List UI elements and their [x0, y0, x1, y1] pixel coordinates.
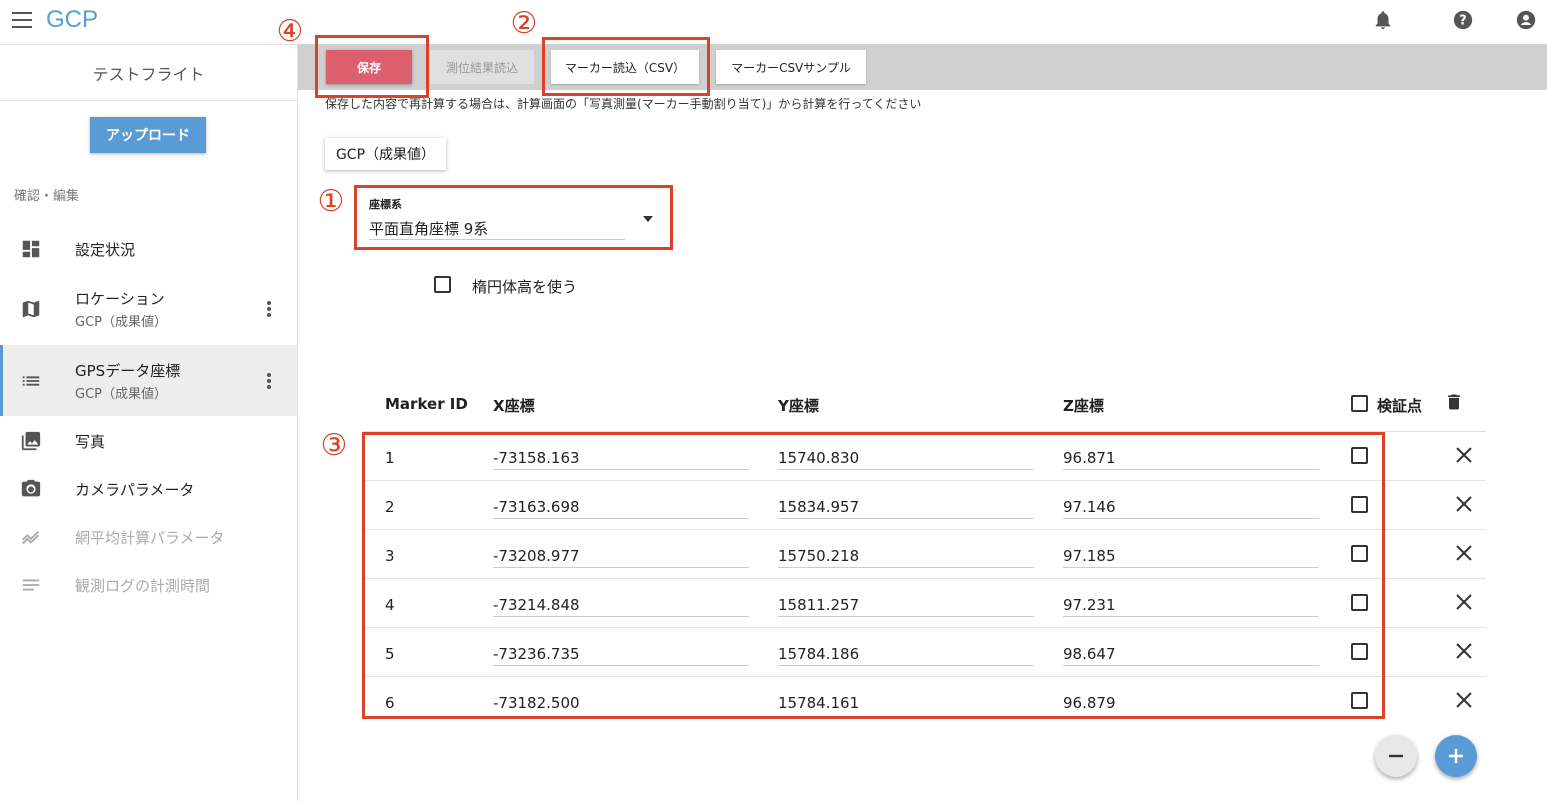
annotation-box-table [362, 432, 1385, 719]
upload-button[interactable]: アップロード [90, 117, 206, 153]
sidebar-item-label: ロケーション [75, 290, 165, 308]
sidebar-item-location[interactable]: ロケーション GCP（成果値） [0, 285, 297, 333]
sidebar-item-observation-log[interactable]: 観測ログの計測時間 [0, 561, 297, 609]
ellipsoid-height-checkbox[interactable] [434, 276, 451, 293]
sidebar: テストフライト アップロード 確認・編集 設定状況 ロケーション GCP（成果値… [0, 44, 298, 801]
sidebar-item-label: GPSデータ座標 [75, 361, 181, 380]
annotation-number-3: ③ [320, 428, 348, 463]
minus-icon [1389, 754, 1403, 758]
close-icon[interactable] [1455, 593, 1473, 611]
menu-icon[interactable] [12, 12, 32, 28]
column-header-marker-id: Marker ID [385, 395, 468, 413]
marker-csv-sample-button[interactable]: マーカーCSVサンプル [716, 50, 866, 84]
close-icon[interactable] [1455, 691, 1473, 709]
sidebar-item-network-adjustment[interactable]: 網平均計算パラメータ [0, 513, 297, 561]
sidebar-item-label: 設定状況 [75, 240, 136, 259]
sidebar-item-gps-coordinates[interactable]: GPSデータ座標 GCP（成果値） [0, 345, 297, 416]
more-vert-icon[interactable] [262, 299, 276, 319]
trash-icon[interactable] [1444, 391, 1464, 413]
sidebar-item-sublabel: GCP（成果値） [75, 315, 167, 330]
annotation-box-save [315, 35, 429, 98]
sidebar-item-label: カメラパラメータ [75, 480, 195, 499]
column-header-verify: 検証点 [1377, 397, 1423, 415]
bell-icon[interactable] [1372, 9, 1394, 31]
annotation-box-marker-csv [542, 37, 710, 96]
map-icon [20, 298, 42, 320]
help-icon[interactable]: ? [1452, 9, 1474, 31]
sidebar-item-label: 網平均計算パラメータ [75, 528, 225, 547]
toolbar: 保存 測位結果読込 マーカー読込（CSV） マーカーCSVサンプル [298, 44, 1547, 90]
column-header-z: Z座標 [1063, 397, 1104, 415]
verify-all-checkbox[interactable] [1351, 395, 1368, 412]
sidebar-item-camera-parameters[interactable]: カメラパラメータ [0, 465, 297, 513]
ellipsoid-height-label: 楕円体高を使う [472, 278, 578, 296]
more-vert-icon[interactable] [262, 371, 276, 391]
annotation-number-1: ① [317, 184, 345, 219]
close-icon[interactable] [1455, 446, 1473, 464]
load-survey-results-button[interactable]: 測位結果読込 [430, 50, 534, 84]
annotation-number-2: ② [510, 6, 538, 41]
notes-icon [20, 574, 42, 596]
section-label: 確認・編集 [14, 189, 80, 204]
account-icon[interactable] [1515, 9, 1537, 31]
sidebar-item-label: 写真 [75, 432, 106, 451]
close-icon[interactable] [1455, 642, 1473, 660]
list-icon [20, 370, 42, 392]
add-row-button[interactable] [1435, 735, 1477, 777]
app-title: GCP [46, 6, 99, 33]
annotation-box-coordinate-system [354, 185, 673, 250]
dashboard-icon [20, 238, 42, 260]
trend-icon [20, 526, 42, 548]
sidebar-item-label: 観測ログの計測時間 [75, 576, 211, 595]
top-app-bar: GCP ? [0, 0, 1547, 44]
flight-name: テストフライト [0, 45, 297, 101]
sidebar-item-sublabel: GCP（成果値） [75, 386, 167, 402]
close-icon[interactable] [1455, 544, 1473, 562]
sidebar-item-settings-status[interactable]: 設定状況 [0, 225, 297, 273]
svg-text:?: ? [1459, 14, 1466, 29]
sidebar-item-photos[interactable]: 写真 [0, 417, 297, 465]
tab-gcp-result[interactable]: GCP（成果値） [325, 138, 446, 170]
column-header-x: X座標 [493, 397, 535, 415]
column-header-y: Y座標 [778, 397, 819, 415]
plus-icon [1449, 749, 1463, 763]
photo-library-icon [20, 430, 42, 452]
close-icon[interactable] [1455, 495, 1473, 513]
remove-row-button[interactable] [1375, 735, 1417, 777]
annotation-number-4: ④ [276, 14, 304, 49]
camera-icon [20, 478, 42, 500]
